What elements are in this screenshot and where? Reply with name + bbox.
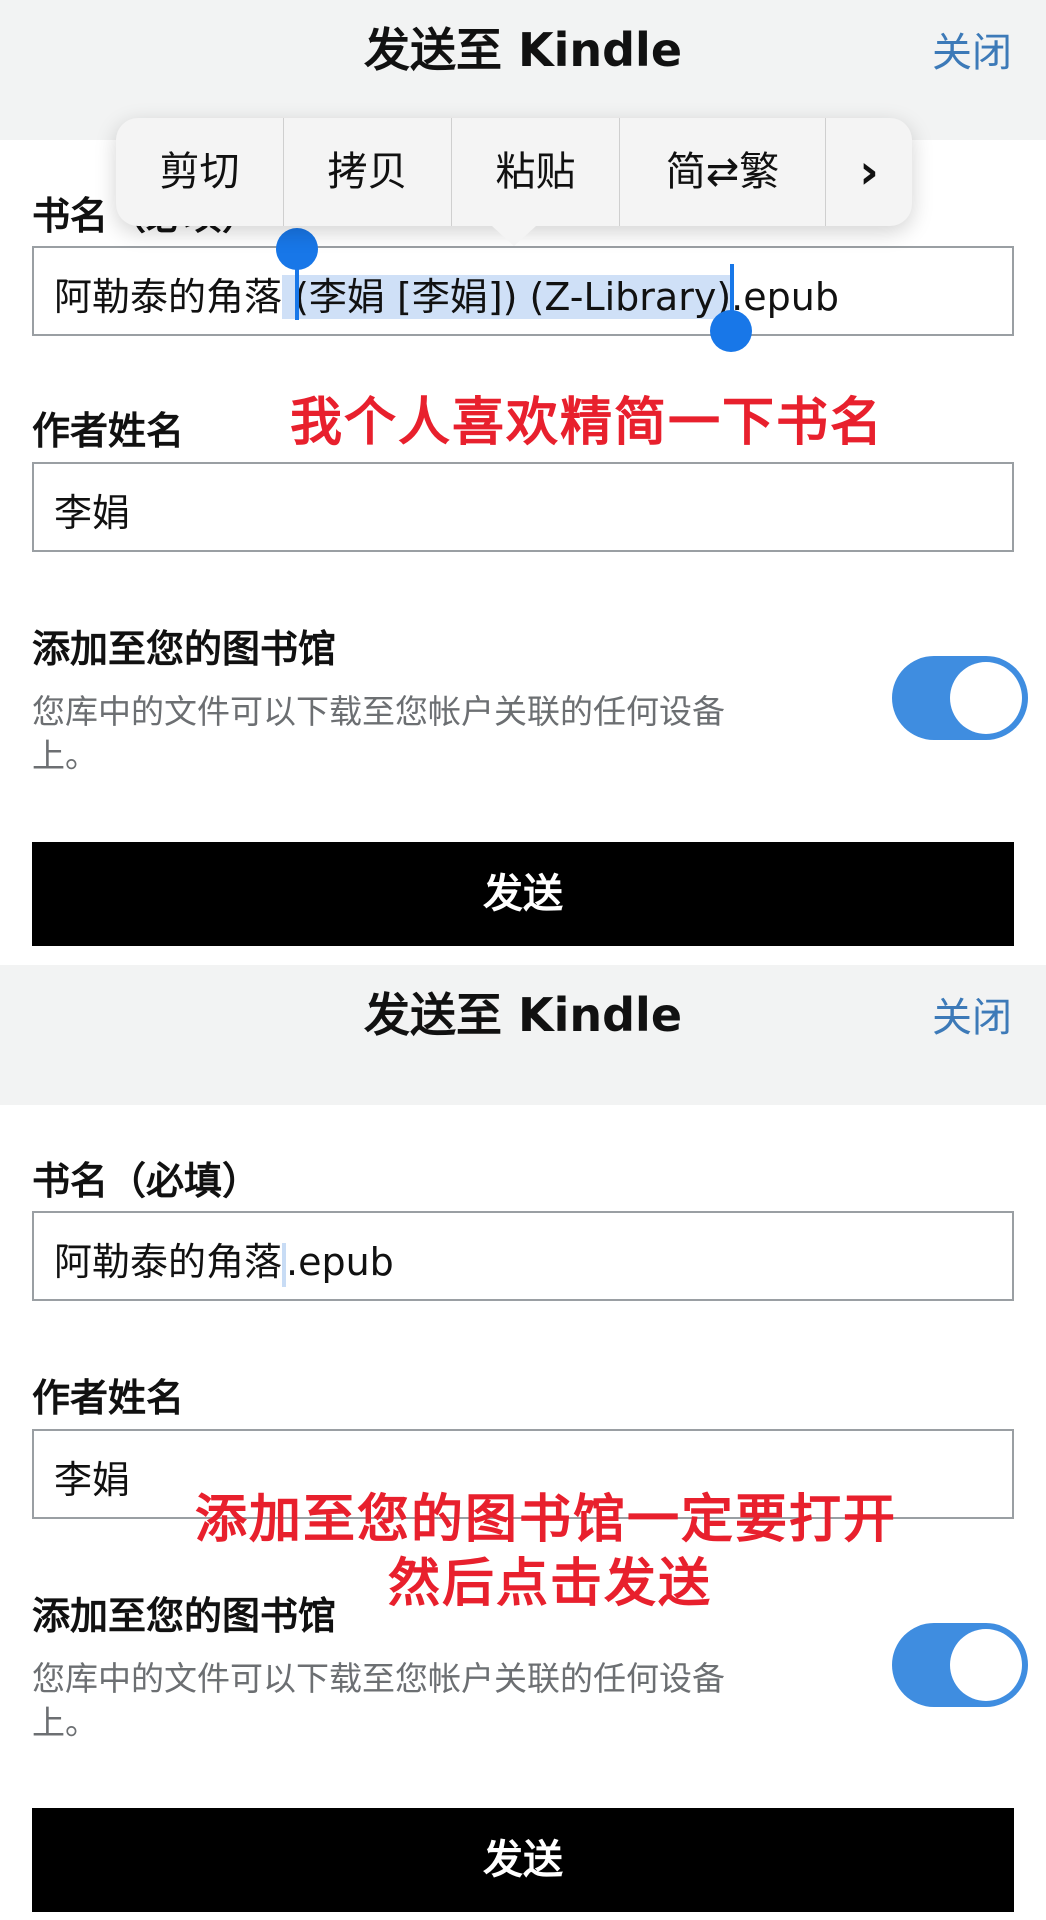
author-value: 李娟 — [54, 491, 131, 535]
toggle-knob — [950, 662, 1022, 734]
book-title-suffix: .epub — [286, 1240, 394, 1284]
close-button[interactable]: 关闭 — [932, 20, 1012, 78]
author-field[interactable]: 李娟 — [32, 462, 1014, 552]
dialog-title: 发送至 Kindle — [363, 988, 683, 1042]
author-value: 李娟 — [54, 1458, 131, 1502]
send-button[interactable]: 发送 — [32, 1808, 1014, 1912]
add-to-library-label: 添加至您的图书馆 — [32, 1594, 337, 1638]
author-label: 作者姓名 — [32, 1376, 185, 1420]
selection-start-handle[interactable] — [276, 228, 318, 270]
book-title-suffix: .epub — [731, 275, 839, 319]
book-title-field[interactable]: 阿勒泰的角落 (李娟 [李娟]) (Z-Library).epub — [32, 246, 1014, 336]
book-title-prefix: 阿勒泰的角落 — [54, 275, 283, 319]
book-title-field[interactable]: 阿勒泰的角落 .epub — [32, 1211, 1014, 1301]
selected-text: (李娟 [李娟]) (Z-Library) — [282, 275, 732, 319]
menu-item-convert-chinese[interactable]: 简⇄繁 — [620, 118, 826, 226]
dialog-title: 发送至 Kindle — [363, 23, 683, 77]
book-title-label: 书名（必填） — [32, 1159, 261, 1203]
selection-end-handle[interactable] — [710, 310, 752, 352]
menu-item-cut[interactable]: 剪切 — [116, 118, 284, 226]
menu-more-chevron-icon[interactable]: › — [826, 118, 912, 226]
book-title-prefix: 阿勒泰的角落 — [54, 1240, 283, 1284]
send-to-kindle-panel-after: 发送至 Kindle 关闭 书名（必填） 阿勒泰的角落 .epub 作者姓名 李娟… — [0, 965, 1046, 1920]
menu-item-paste[interactable]: 粘贴 — [452, 118, 620, 226]
annotation-library-line2: 然后点击发送 — [388, 1554, 713, 1614]
annotation-shorten-title: 我个人喜欢精简一下书名 — [290, 393, 885, 453]
add-to-library-label: 添加至您的图书馆 — [32, 627, 337, 671]
book-title-value[interactable]: 阿勒泰的角落 .epub — [54, 1231, 394, 1287]
add-to-library-toggle[interactable] — [892, 656, 1028, 740]
add-to-library-toggle[interactable] — [892, 1623, 1028, 1707]
add-to-library-description: 您库中的文件可以下载至您帐户关联的任何设备上。 — [32, 1659, 725, 1742]
dialog-header: 发送至 Kindle 关闭 — [0, 965, 1046, 1105]
context-menu-pointer — [492, 226, 536, 246]
menu-item-copy[interactable]: 拷贝 — [284, 118, 452, 226]
send-to-kindle-panel-before: 发送至 Kindle 关闭 书名（必填） 阿勒泰的角落 (李娟 [李娟]) (Z… — [0, 0, 1046, 960]
send-button[interactable]: 发送 — [32, 842, 1014, 946]
text-context-menu: 剪切 拷贝 粘贴 简⇄繁 › — [116, 118, 912, 226]
toggle-knob — [950, 1629, 1022, 1701]
author-label: 作者姓名 — [32, 409, 185, 453]
close-button[interactable]: 关闭 — [932, 985, 1012, 1043]
add-to-library-description: 您库中的文件可以下载至您帐户关联的任何设备上。 — [32, 692, 725, 775]
selection-start-handle-bar — [295, 264, 299, 320]
